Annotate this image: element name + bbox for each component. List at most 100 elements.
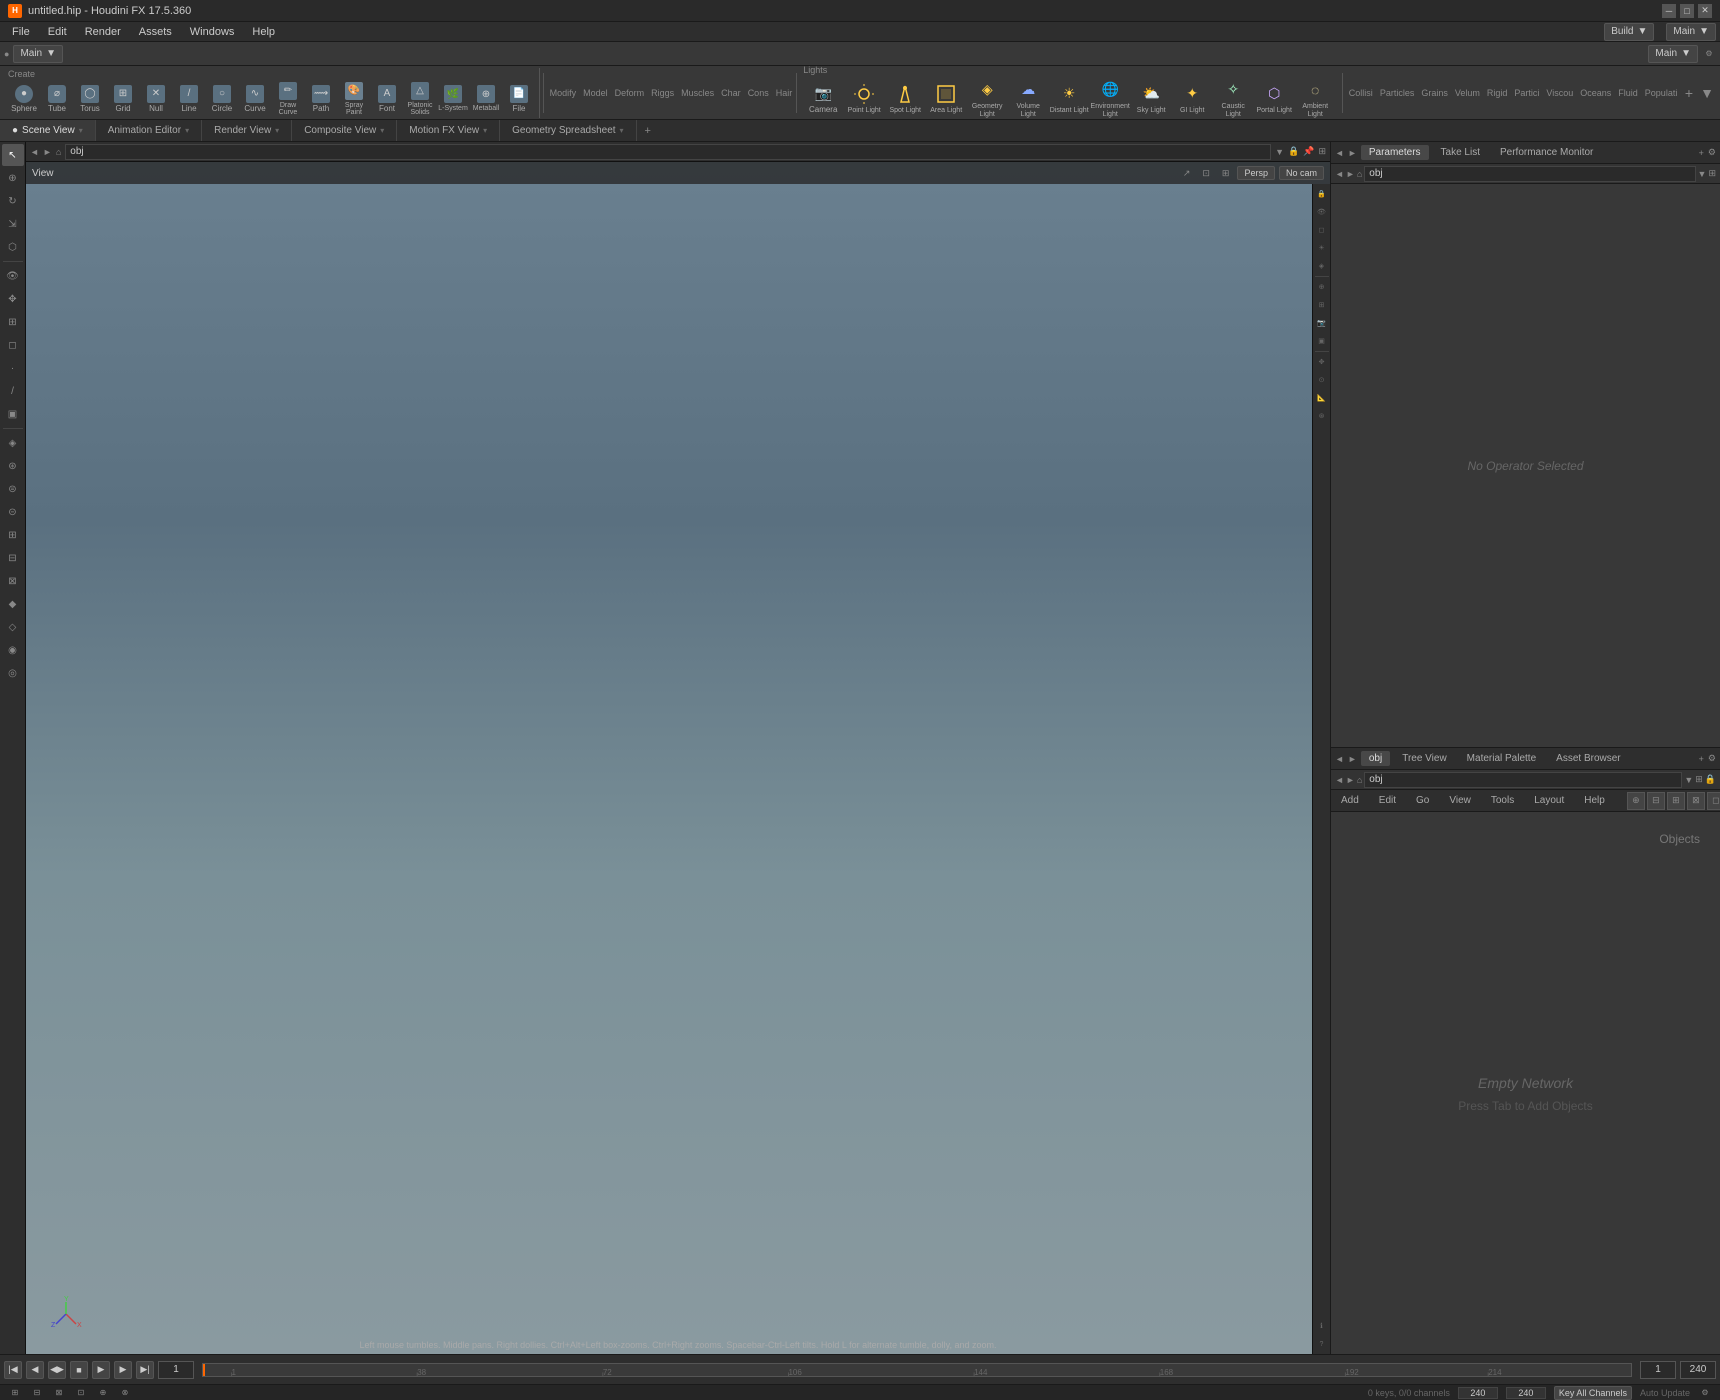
frame-end-input-1[interactable] [1458, 1387, 1498, 1399]
net-icon-5[interactable]: ◻ [1707, 792, 1720, 810]
timeline-play-back[interactable]: ◀▶ [48, 1361, 66, 1379]
timeline-stop[interactable]: ■ [70, 1361, 88, 1379]
create-curve[interactable]: ∿ Curve [239, 81, 271, 117]
net-panel-options[interactable]: ⚙ [1708, 753, 1716, 764]
timeline-skip-end[interactable]: ▶| [136, 1361, 154, 1379]
tool-t12[interactable]: ⊟ [2, 547, 24, 569]
timeline-step-forward[interactable]: ▶ [114, 1361, 132, 1379]
vp-info-btn[interactable]: ℹ [1314, 1318, 1330, 1334]
status-settings[interactable]: ⚙ [1698, 1386, 1712, 1400]
tool-select[interactable]: ↖ [2, 144, 24, 166]
timeline-bar[interactable]: 1 38 72 106 144 168 192 214 [202, 1363, 1632, 1377]
create-env-light[interactable]: 🌐 Environment Light [1090, 77, 1130, 121]
create-area-light[interactable]: Area Light [926, 77, 966, 121]
panel-options-btn[interactable]: ⚙ [1702, 47, 1716, 61]
params-expand[interactable]: ⊞ [1708, 168, 1716, 179]
net-add-tab[interactable]: + [1699, 754, 1704, 764]
create-caustic-light[interactable]: ✧ Caustic Light [1213, 77, 1253, 121]
net-path-home[interactable]: ⌂ [1357, 775, 1362, 785]
net-path-input[interactable] [1364, 772, 1682, 788]
params-back-btn[interactable]: ◄ [1335, 148, 1344, 158]
params-path-forward[interactable]: ► [1346, 169, 1355, 179]
vp-shading-btn[interactable]: ◈ [1314, 258, 1330, 274]
net-menu-edit[interactable]: Edit [1373, 793, 1402, 808]
net-icon-4[interactable]: ⊠ [1687, 792, 1705, 810]
tool-scale[interactable]: ⇲ [2, 213, 24, 235]
shelf-options-button[interactable]: ▼ [1698, 75, 1716, 111]
net-forward-btn[interactable]: ► [1348, 754, 1357, 764]
create-portal-light[interactable]: ⬡ Portal Light [1254, 77, 1294, 121]
params-forward-btn[interactable]: ► [1348, 148, 1357, 158]
tool-view[interactable]: 👁 [2, 265, 24, 287]
create-platonic[interactable]: △ Platonic Solids [404, 81, 436, 117]
tab-obj[interactable]: obj [1361, 751, 1390, 766]
net-back-btn[interactable]: ◄ [1335, 754, 1344, 764]
vp-header-btn-1[interactable]: ↗ [1183, 168, 1191, 179]
create-gi-light[interactable]: ✦ GI Light [1172, 77, 1212, 121]
create-null[interactable]: ✕ Null [140, 81, 172, 117]
perspective-btn[interactable]: Persp [1237, 166, 1275, 180]
create-tube[interactable]: ⌀ Tube [41, 81, 73, 117]
create-volume-light[interactable]: ☁ Volume Light [1008, 77, 1048, 121]
status-icon-1[interactable]: ⊞ [8, 1386, 22, 1400]
tool-t14[interactable]: ◆ [2, 593, 24, 615]
vp-light-btn[interactable]: ☀ [1314, 240, 1330, 256]
create-torus[interactable]: ◯ Torus [74, 81, 106, 117]
create-sphere[interactable]: ● Sphere [8, 81, 40, 117]
tool-t9[interactable]: ⊜ [2, 478, 24, 500]
net-path-dropdown[interactable]: ▼ [1684, 775, 1693, 785]
status-icon-6[interactable]: ⊗ [118, 1386, 132, 1400]
vp-camera-btn[interactable]: 📷 [1314, 315, 1330, 331]
menu-render[interactable]: Render [77, 24, 129, 40]
vp-measure-btn[interactable]: 📐 [1314, 390, 1330, 406]
maximize-button[interactable]: □ [1680, 4, 1694, 18]
net-menu-help[interactable]: Help [1578, 793, 1611, 808]
minimize-button[interactable]: ─ [1662, 4, 1676, 18]
tool-t8[interactable]: ⊛ [2, 455, 24, 477]
tool-transform[interactable]: ⊕ [2, 167, 24, 189]
net-menu-add[interactable]: Add [1335, 793, 1365, 808]
timeline-step-back[interactable]: ◀ [26, 1361, 44, 1379]
net-menu-view[interactable]: View [1443, 793, 1477, 808]
create-font[interactable]: A Font [371, 81, 403, 117]
tab-motion-fx[interactable]: Motion FX View ▾ [397, 120, 500, 141]
tab-parameters[interactable]: Parameters [1361, 145, 1429, 160]
vp-display-btn[interactable]: ◻ [1314, 222, 1330, 238]
net-menu-go[interactable]: Go [1410, 793, 1435, 808]
tool-t10[interactable]: ⊝ [2, 501, 24, 523]
timeline-play[interactable]: ▶ [92, 1361, 110, 1379]
vp-help-btn[interactable]: ? [1314, 1336, 1330, 1352]
tool-t7[interactable]: ◈ [2, 432, 24, 454]
menu-file[interactable]: File [4, 24, 38, 40]
vp-orient-btn[interactable]: ⊙ [1314, 372, 1330, 388]
net-icon-2[interactable]: ⊟ [1647, 792, 1665, 810]
net-icon-3[interactable]: ⊞ [1667, 792, 1685, 810]
net-menu-tools[interactable]: Tools [1485, 793, 1520, 808]
create-camera[interactable]: 📷 Camera [803, 77, 843, 121]
tab-tree-view[interactable]: Tree View [1394, 751, 1454, 766]
vp-expand[interactable]: ⊞ [1318, 146, 1326, 157]
params-path-input[interactable] [1364, 166, 1695, 182]
timeline-play-end[interactable] [1680, 1361, 1716, 1379]
tab-asset-browser[interactable]: Asset Browser [1548, 751, 1628, 766]
vp-path-back[interactable]: ◄ [30, 147, 39, 157]
params-path-back[interactable]: ◄ [1335, 169, 1344, 179]
net-path-back[interactable]: ◄ [1335, 775, 1344, 785]
tool-rotate[interactable]: ↻ [2, 190, 24, 212]
vp-path-lock[interactable]: 🔒 [1288, 146, 1299, 157]
vp-lock-btn[interactable]: 🔒 [1314, 186, 1330, 202]
no-cam-btn[interactable]: No cam [1279, 166, 1324, 180]
tool-t15[interactable]: ◇ [2, 616, 24, 638]
net-expand[interactable]: ⊞ [1695, 774, 1703, 785]
menu-windows[interactable]: Windows [182, 24, 243, 40]
params-path-dropdown[interactable]: ▼ [1698, 169, 1707, 179]
add-tab-button[interactable]: + [637, 122, 659, 140]
create-ambient-light[interactable]: ◌ Ambient Light [1295, 77, 1335, 121]
network-panel-dropdown[interactable]: Main ▼ [1648, 45, 1698, 63]
tab-take-list[interactable]: Take List [1433, 145, 1488, 160]
vp-path-input[interactable]: obj [65, 144, 1271, 160]
close-button[interactable]: ✕ [1698, 4, 1712, 18]
timeline-frame-input[interactable] [158, 1361, 194, 1379]
tool-t5[interactable]: / [2, 380, 24, 402]
create-distant-light[interactable]: ☀ Distant Light [1049, 77, 1089, 121]
